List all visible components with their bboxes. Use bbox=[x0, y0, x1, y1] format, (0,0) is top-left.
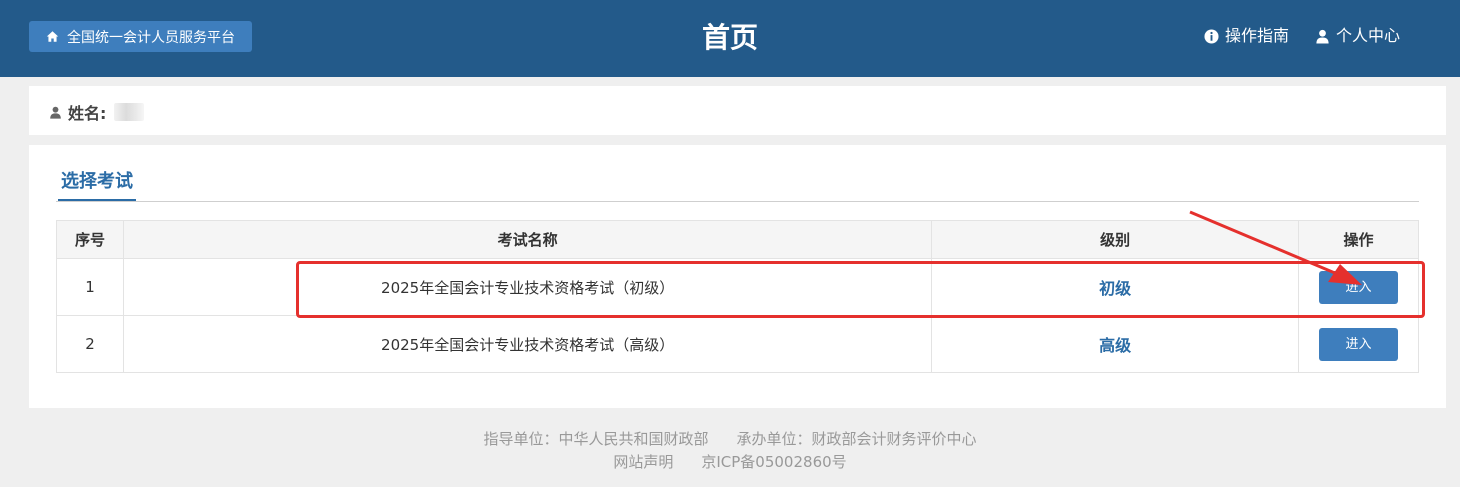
top-navbar: 全国统一会计人员服务平台 首页 操作指南 个人中心 bbox=[0, 0, 1460, 77]
footer-icp-link[interactable]: 京ICP备05002860号 bbox=[701, 453, 846, 471]
row-action-cell: 进入 bbox=[1298, 258, 1419, 316]
column-header-level: 级别 bbox=[931, 220, 1300, 259]
footer-statement-link[interactable]: 网站声明 bbox=[613, 453, 673, 471]
profile-panel: 姓名: bbox=[29, 86, 1446, 135]
row-index: 2 bbox=[56, 315, 124, 373]
exam-selection-panel: 选择考试 序号 考试名称 级别 操作 1 2025年全国会计专业技术资格考试（初… bbox=[29, 145, 1446, 408]
row-exam-name: 2025年全国会计专业技术资格考试（初级） bbox=[122, 258, 933, 316]
footer: 指导单位：中华人民共和国财政部 承办单位：财政部会计财务评价中心 网站声明 京ICP… bbox=[0, 428, 1460, 474]
operation-guide-link[interactable]: 操作指南 bbox=[1204, 25, 1289, 47]
table-row: 1 2025年全国会计专业技术资格考试（初级） 初级 进入 bbox=[56, 258, 1419, 316]
enter-button[interactable]: 进入 bbox=[1319, 270, 1398, 304]
column-header-action: 操作 bbox=[1298, 220, 1419, 259]
row-exam-name: 2025年全国会计专业技术资格考试（高级） bbox=[122, 315, 933, 373]
footer-guide-unit: 指导单位：中华人民共和国财政部 bbox=[483, 430, 709, 448]
info-icon bbox=[1204, 28, 1219, 44]
row-index: 1 bbox=[56, 258, 124, 316]
user-center-link[interactable]: 个人中心 bbox=[1315, 25, 1400, 47]
footer-host-unit: 承办单位：财政部会计财务评价中心 bbox=[736, 430, 977, 448]
column-header-index: 序号 bbox=[56, 220, 124, 259]
table-header-row: 序号 考试名称 级别 操作 bbox=[56, 220, 1419, 259]
footer-line-1: 指导单位：中华人民共和国财政部 承办单位：财政部会计财务评价中心 bbox=[0, 428, 1460, 451]
row-level: 高级 bbox=[931, 315, 1300, 373]
user-name-row: 姓名: bbox=[49, 100, 145, 124]
user-icon bbox=[1316, 29, 1329, 44]
enter-button[interactable]: 进入 bbox=[1319, 327, 1398, 361]
exam-table: 序号 考试名称 级别 操作 1 2025年全国会计专业技术资格考试（初级） 初级… bbox=[56, 220, 1419, 373]
tab-select-exam[interactable]: 选择考试 bbox=[58, 169, 136, 202]
tab-divider bbox=[56, 201, 1419, 202]
row-action-cell: 进入 bbox=[1298, 315, 1419, 373]
footer-line-2: 网站声明 京ICP备05002860号 bbox=[0, 451, 1460, 474]
operation-guide-label: 操作指南 bbox=[1225, 26, 1290, 45]
name-value-redacted bbox=[114, 103, 145, 121]
user-icon bbox=[50, 106, 61, 119]
user-center-label: 个人中心 bbox=[1336, 26, 1401, 45]
name-label: 姓名: bbox=[68, 104, 107, 123]
table-row: 2 2025年全国会计专业技术资格考试（高级） 高级 进入 bbox=[56, 315, 1419, 373]
column-header-exam-name: 考试名称 bbox=[122, 220, 933, 259]
row-level: 初级 bbox=[931, 258, 1300, 316]
